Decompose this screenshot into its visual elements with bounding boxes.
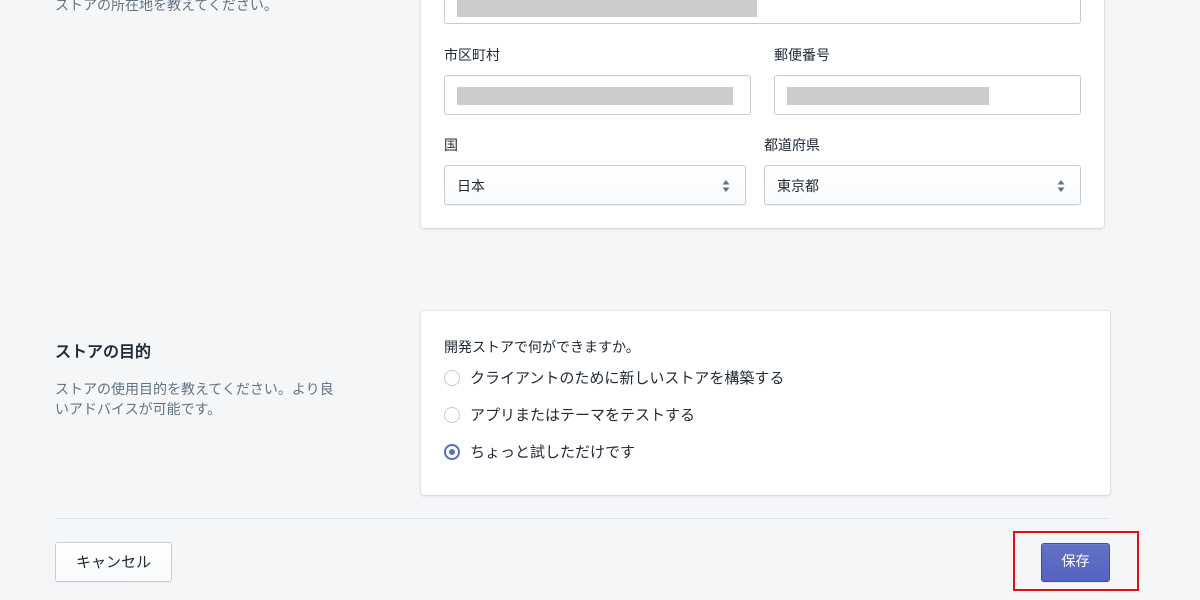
purpose-question: 開発ストアで何ができますか。 <box>444 340 640 356</box>
purpose-option-label: クライアントのために新しいストアを構築する <box>470 369 785 387</box>
purpose-option-test-app[interactable]: アプリまたはテーマをテストする <box>444 404 744 428</box>
purpose-option-label: アプリまたはテーマをテストする <box>470 406 696 424</box>
address-input[interactable] <box>444 0 1081 24</box>
redacted-value <box>457 87 733 105</box>
prefecture-select[interactable]: 東京都 <box>764 165 1081 205</box>
purpose-section-description: ストアの使用目的を教えてください。より良 いアドバイスが可能です。 <box>55 380 385 420</box>
save-button[interactable]: 保存 <box>1041 543 1110 582</box>
cancel-button[interactable]: キャンセル <box>55 542 172 582</box>
address-section-description: ストアの所在地を教えてください。 <box>55 0 278 14</box>
postal-code-input[interactable] <box>774 75 1081 115</box>
purpose-section-title: ストアの目的 <box>55 342 152 361</box>
country-select-value: 日本 <box>457 179 485 195</box>
redacted-value <box>787 87 989 105</box>
footer-divider <box>55 518 1110 519</box>
radio-button-selected[interactable] <box>444 444 460 460</box>
city-label: 市区町村 <box>444 48 500 64</box>
purpose-description-line-1: ストアの使用目的を教えてください。より良 <box>55 382 334 398</box>
postal-code-label: 郵便番号 <box>774 48 830 64</box>
redacted-value <box>457 0 757 17</box>
radio-dot <box>449 449 455 455</box>
purpose-description-line-2: いアドバイスが可能です。 <box>55 402 222 418</box>
country-select[interactable]: 日本 <box>444 165 746 205</box>
radio-button[interactable] <box>444 407 460 423</box>
purpose-option-new-store[interactable]: クライアントのために新しいストアを構築する <box>444 367 844 391</box>
select-arrow-icon <box>1057 180 1065 192</box>
prefecture-label: 都道府県 <box>764 138 820 154</box>
purpose-option-label: ちょっと試しただけです <box>470 443 636 461</box>
prefecture-select-value: 東京都 <box>777 179 819 195</box>
city-input[interactable] <box>444 75 751 115</box>
country-label: 国 <box>444 138 458 154</box>
purpose-option-just-trying[interactable]: ちょっと試しただけです <box>444 441 684 465</box>
select-arrow-icon <box>722 180 730 192</box>
radio-button[interactable] <box>444 370 460 386</box>
